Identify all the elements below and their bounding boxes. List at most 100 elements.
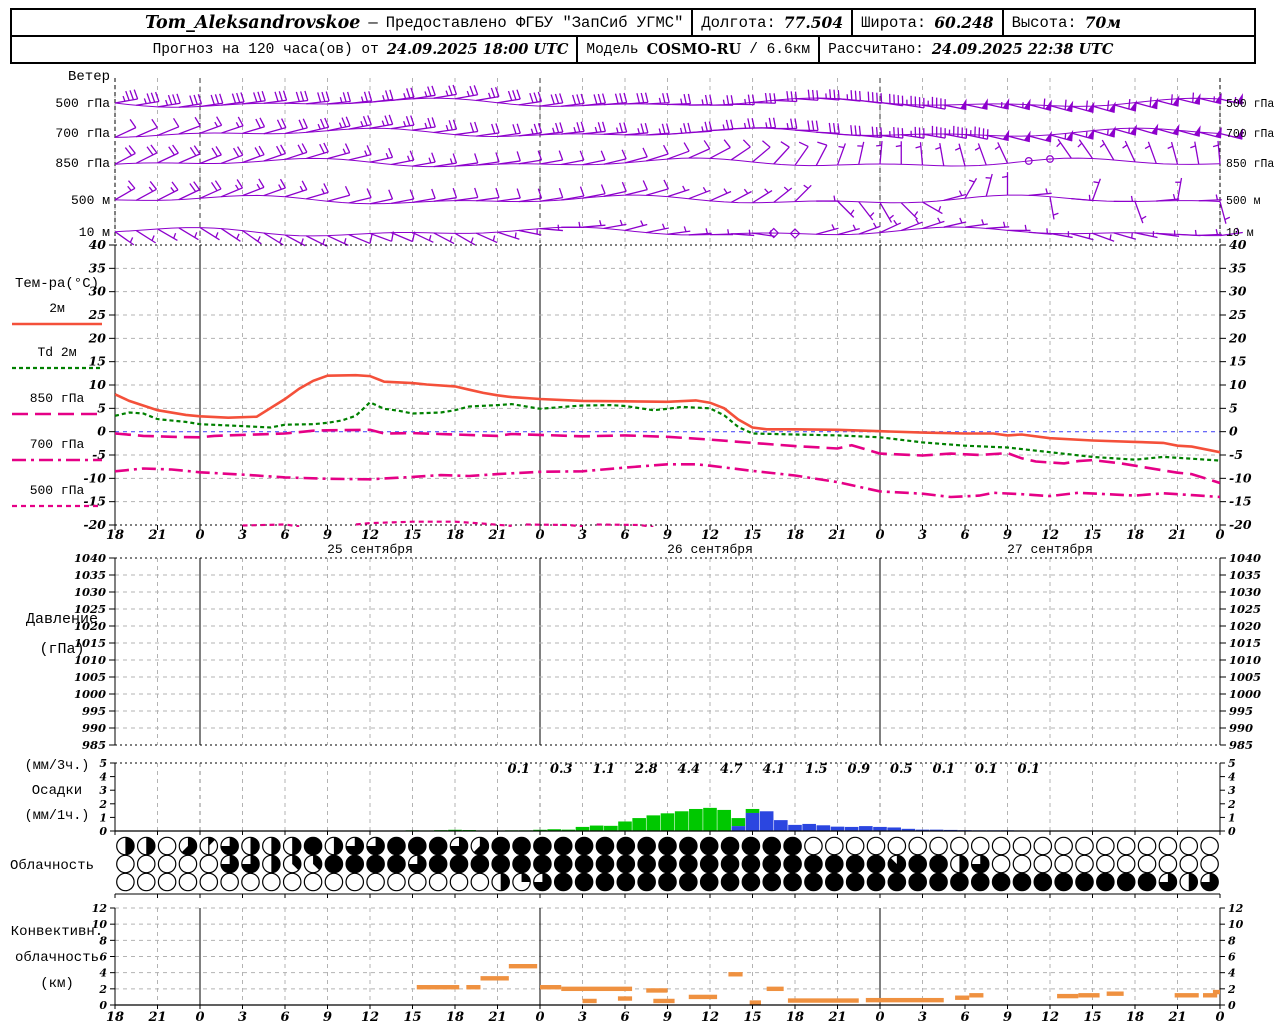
precip-3h-sum: 0.1: [975, 762, 998, 777]
longitude-label: Долгота:: [701, 13, 776, 32]
cloud-symbol: [157, 836, 177, 856]
axis-label: 0: [97, 424, 106, 439]
cloud-symbol: [929, 836, 948, 856]
precip-units-1h: (мм/1ч.): [25, 809, 90, 824]
axis-label: 985: [1229, 738, 1253, 752]
hour-label-bottom: 12: [701, 1010, 719, 1024]
cloud-symbol: [950, 836, 969, 856]
cloud-symbol: [866, 872, 886, 892]
cloud-symbol: [866, 854, 886, 874]
cloud-symbol: [428, 836, 448, 856]
cloud-symbol: [574, 854, 594, 874]
convective-segment: [865, 997, 944, 1003]
axis-label: 10: [1228, 918, 1244, 931]
cloud-symbol: [387, 854, 406, 874]
axis-label: 1: [99, 811, 107, 824]
snow-bar: [830, 826, 845, 831]
precip-3h-sum: 0.9: [847, 762, 870, 777]
altitude-value: 70м: [1084, 13, 1122, 32]
rain-bar: [646, 815, 661, 831]
snow-bar: [788, 824, 802, 831]
hour-label: 0: [875, 528, 884, 543]
cloud-symbol: [533, 836, 552, 856]
axis-label: 1000: [74, 687, 106, 701]
snow-bar: [816, 825, 831, 831]
axis-label: 1010: [1229, 653, 1261, 667]
cloud-symbol: [470, 872, 490, 892]
axis-label: 8: [1228, 934, 1236, 947]
hour-label: 3: [918, 528, 927, 543]
cloud-symbol: [1012, 872, 1032, 892]
precip-3h-sum: 4.7: [720, 762, 743, 777]
convective-segment: [749, 1000, 761, 1005]
cloud-symbol: [824, 872, 844, 892]
hour-label-bottom: 15: [743, 1010, 761, 1024]
axis-label: 0: [1229, 424, 1238, 439]
wind-base-line-2: [114, 157, 1221, 168]
cloud-symbol: [136, 854, 156, 874]
cloud-symbol: [762, 872, 782, 892]
hour-label: 6: [620, 528, 629, 543]
hour-label: 18: [446, 528, 464, 543]
cloud-symbol: [553, 836, 573, 856]
axis-label: 1035: [1229, 568, 1261, 582]
axis-label: 20: [1228, 330, 1247, 345]
cloud-symbol: [741, 872, 761, 892]
cloud-symbol: [116, 854, 135, 874]
cloud-symbol: [908, 836, 927, 856]
cloud-symbol: [1075, 836, 1094, 856]
cloud-symbol: [804, 872, 823, 892]
run-time: 24.09.2025 18:00 UTC: [386, 41, 569, 58]
precip-units-3h: (мм/3ч.): [25, 759, 90, 774]
axis-label: -15: [1229, 494, 1252, 509]
wind-level-label: 850 гПа: [55, 156, 110, 171]
cloud-symbol: [241, 872, 260, 892]
convective-title-1: Конвективн.: [11, 924, 103, 940]
axis-label: 40: [89, 237, 107, 252]
hour-label: 21: [1167, 528, 1186, 543]
hour-label: 3: [238, 528, 247, 543]
separator: [691, 10, 694, 35]
hour-label: 6: [280, 528, 289, 543]
axis-label: 12: [92, 902, 108, 915]
hour-label-bottom: 21: [1167, 1010, 1186, 1024]
convective-segment: [582, 998, 597, 1004]
cloud-symbol: [491, 836, 510, 856]
axis-label: 3: [1228, 784, 1236, 797]
axis-label: -20: [83, 517, 106, 532]
cloud-symbol: [699, 836, 719, 856]
cloud-symbol: [324, 854, 344, 874]
precip-3h-sum: 0.5: [890, 762, 913, 777]
axis-label: 15: [1229, 354, 1246, 369]
cloud-symbol: [1116, 854, 1136, 874]
hour-label: 12: [701, 528, 719, 543]
axis-label: 5: [97, 400, 106, 415]
axis-label: 35: [89, 260, 106, 275]
date-label: 27 сентября: [1007, 542, 1093, 557]
convective-title-2: облачность: [15, 949, 99, 966]
hour-label: 6: [960, 528, 969, 543]
cloud-symbol: [1033, 854, 1053, 874]
snow-bar: [802, 823, 816, 831]
rain-bar: [674, 811, 689, 831]
rain-bar: [604, 825, 618, 831]
temp-series-t500: [242, 520, 654, 527]
axis-label: 0: [1228, 825, 1236, 838]
model-name: COSMO-RU: [646, 41, 742, 58]
hour-label-bottom: 21: [827, 1010, 846, 1024]
axis-label: 12: [1228, 902, 1244, 915]
convective-segment: [508, 964, 538, 969]
cloud-symbol: [845, 854, 865, 874]
cloud-symbol: [679, 854, 698, 874]
axis-label: 2: [98, 798, 107, 811]
cloud-symbol: [199, 854, 219, 874]
precip-3h-sum: 0.1: [507, 762, 530, 777]
cloud-symbol: [449, 854, 469, 874]
precip-3h-sum: 0.3: [550, 762, 573, 777]
axis-label: 4: [1228, 967, 1236, 980]
rain-bar: [689, 808, 703, 831]
wind-level-label: 700 гПа: [55, 126, 110, 141]
hour-label-bottom: 15: [1083, 1010, 1101, 1024]
cloud-symbol: [512, 836, 531, 856]
cloud-symbol: [991, 854, 1011, 874]
